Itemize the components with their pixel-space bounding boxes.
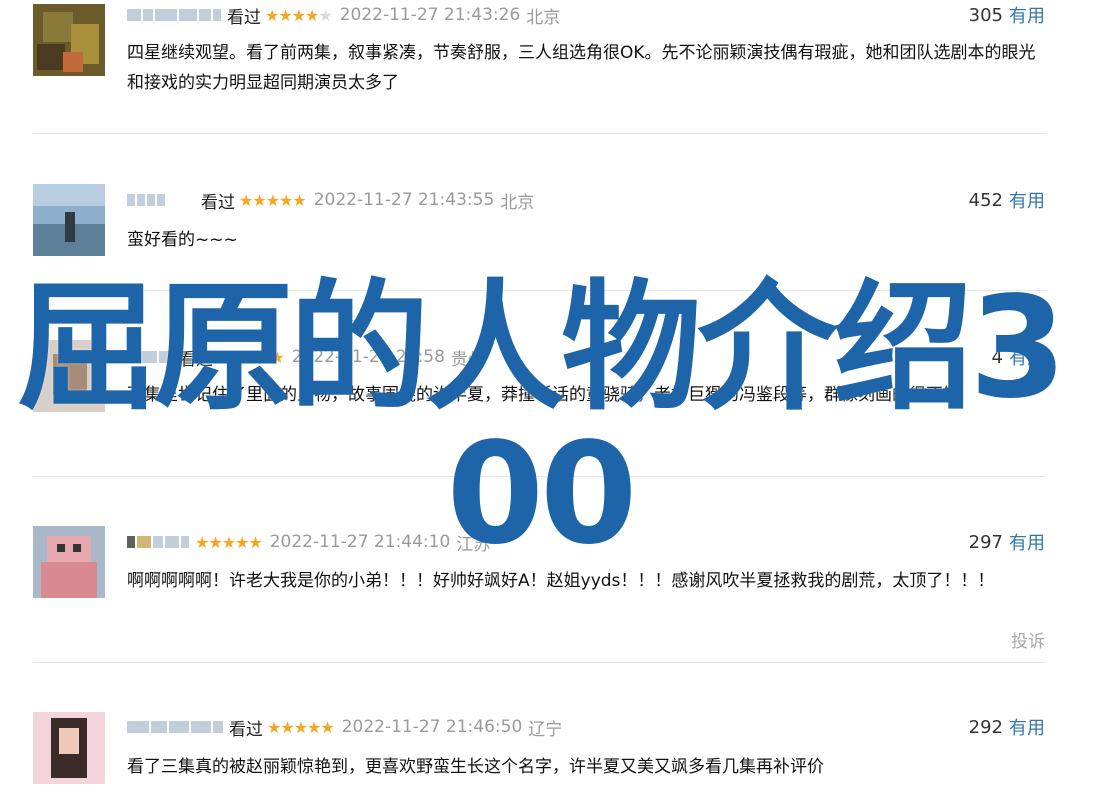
avatar[interactable] <box>33 4 105 76</box>
rating-stars: ★★★★★ <box>217 347 285 367</box>
username-blurred[interactable] <box>127 9 221 21</box>
username-blurred[interactable] <box>127 194 195 206</box>
vote-area: 305 有用 <box>968 2 1045 28</box>
vote-area: 452 有用 <box>968 187 1045 213</box>
comment-time: 2022-11-27 21:44:10 <box>269 532 451 552</box>
rating-stars: ★★★★★ <box>195 532 263 552</box>
avatar[interactable] <box>33 340 105 412</box>
watched-label: 看过 <box>179 349 213 370</box>
useful-button[interactable]: 有用 <box>1009 529 1045 555</box>
useful-button[interactable]: 有用 <box>1009 2 1045 28</box>
username-blurred[interactable] <box>127 351 173 363</box>
comment-time: 2022-11-27 21:46:50 <box>341 717 523 737</box>
divider <box>33 662 1046 663</box>
rating-stars: ★★★★★ <box>239 190 307 210</box>
vote-count: 292 <box>968 716 1003 738</box>
comment-meta: 看过 ★★★★★ 2022-11-27 21:46:50 辽宁 <box>127 715 563 740</box>
vote-area: 4 有用 <box>991 344 1045 370</box>
watched-label: 看过 <box>227 7 261 28</box>
vote-count: 297 <box>968 531 1003 553</box>
comment-location: 北京 <box>526 7 561 28</box>
vote-count: 305 <box>968 4 1003 26</box>
comment-meta: ★★★★★ 2022-11-27 21:44:10 江苏 <box>127 530 491 555</box>
rating-stars: ★★★★★ <box>267 717 335 737</box>
comment-location: 辽宁 <box>528 719 563 740</box>
comment-meta: 看过 ★★★★★ 2022-11-27 21:43:55 北京 <box>127 188 535 213</box>
useful-button[interactable]: 有用 <box>1009 714 1045 740</box>
divider <box>33 476 1046 477</box>
avatar[interactable] <box>33 712 105 784</box>
watched-label: 看过 <box>201 192 235 213</box>
comment-meta: 看过 ★★★★★ 2022-11-27 21:43:26 北京 <box>127 3 561 28</box>
comment-text: 四星继续观望。看了前两集，叙事紧凑，节奏舒服，三人组选角很OK。先不论丽颖演技偶… <box>127 43 1036 93</box>
watched-label: 看过 <box>229 719 263 740</box>
comment-text: 西集里世记住了里面的人物，故事围绕的许半夏，莽撞听话的童骁骑，老好巨猾的冯鉴段等… <box>127 385 960 405</box>
vote-area: 292 有用 <box>968 714 1045 740</box>
comment-time: 2022-11-27 21:43:55 <box>313 190 495 210</box>
vote-area: 297 有用 <box>968 529 1045 555</box>
useful-button[interactable]: 有用 <box>1009 344 1045 370</box>
comment-text: 啊啊啊啊啊！许老大我是你的小弟！！！好帅好飒好A！赵姐yyds！！！感谢风吹半夏… <box>127 571 995 591</box>
divider <box>33 290 1046 291</box>
comment-location: 北京 <box>500 192 535 213</box>
vote-count: 4 <box>991 346 1003 368</box>
rating-stars: ★★★★★ <box>265 5 333 25</box>
avatar[interactable] <box>33 526 105 598</box>
avatar[interactable] <box>33 184 105 256</box>
username-blurred[interactable] <box>127 721 223 733</box>
comment-location: 贵州 <box>450 349 485 370</box>
comment-meta: 看过 ★★★★★ 2022-11-27 21:58 贵州 <box>127 345 485 370</box>
divider <box>33 133 1046 134</box>
useful-button[interactable]: 有用 <box>1009 187 1045 213</box>
report-link[interactable]: 投诉 <box>1011 627 1045 652</box>
comment-time: 2022-11-27 21:58 <box>291 347 445 367</box>
comment-text: 看了三集真的被赵丽颖惊艳到，更喜欢野蛮生长这个名字，许半夏又美又飒多看几集再补评… <box>127 757 824 777</box>
comment-location: 江苏 <box>456 534 491 555</box>
comment-text: 蛮好看的~~~ <box>127 230 238 250</box>
comment-time: 2022-11-27 21:43:26 <box>339 5 521 25</box>
overlay-title: 屈原的人物介绍3 00 <box>17 267 1066 576</box>
vote-count: 452 <box>968 189 1003 211</box>
username-blurred[interactable] <box>127 536 189 548</box>
